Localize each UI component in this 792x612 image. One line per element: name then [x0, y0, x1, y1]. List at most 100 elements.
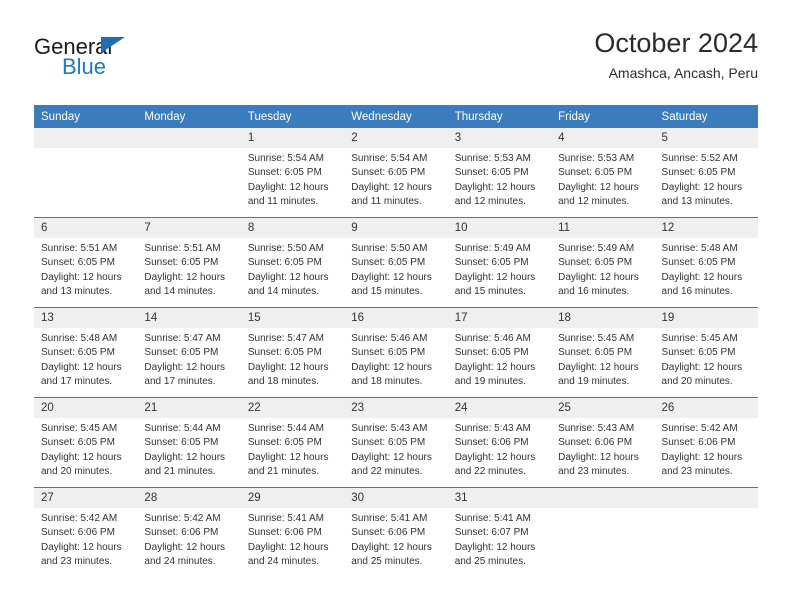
- week-row: 6 Sunrise: 5:51 AM Sunset: 6:05 PM Daylight…: [34, 217, 758, 308]
- daylight-text-line2: and 16 minutes.: [558, 286, 630, 298]
- day-cell[interactable]: 28 Sunrise: 5:42 AM Sunset: 6:06 PM Dayligh…: [137, 487, 241, 577]
- day-details: Sunrise: 5:54 AM Sunset: 6:05 PM Daylight:…: [344, 148, 447, 210]
- day-details: Sunrise: 5:52 AM Sunset: 6:05 PM Daylight:…: [655, 148, 758, 210]
- day-cell[interactable]: 14 Sunrise: 5:47 AM Sunset: 6:05 PM Dayligh…: [137, 307, 241, 398]
- day-cell[interactable]: 8 Sunrise: 5:50 AM Sunset: 6:05 PM Daylight…: [240, 217, 345, 308]
- day-details: [34, 148, 137, 152]
- day-cell[interactable]: 16 Sunrise: 5:46 AM Sunset: 6:05 PM Dayligh…: [344, 307, 448, 398]
- day-number: 9: [344, 218, 448, 238]
- day-cell[interactable]: 22 Sunrise: 5:44 AM Sunset: 6:05 PM Dayligh…: [240, 397, 345, 488]
- day-cell[interactable]: 11 Sunrise: 5:49 AM Sunset: 6:05 PM Dayligh…: [551, 217, 655, 308]
- day-cell[interactable]: 20 Sunrise: 5:45 AM Sunset: 6:05 PM Dayligh…: [34, 397, 138, 488]
- daylight-text-line2: and 20 minutes.: [661, 376, 733, 388]
- sunrise-text: Sunrise: 5:45 AM: [661, 333, 738, 344]
- sunrise-text: Sunrise: 5:53 AM: [454, 153, 531, 164]
- day-number: 8: [240, 218, 345, 238]
- day-details: Sunrise: 5:43 AM Sunset: 6:06 PM Daylight:…: [551, 418, 654, 480]
- day-cell[interactable]: 7 Sunrise: 5:51 AM Sunset: 6:05 PM Daylight…: [137, 217, 241, 308]
- day-cell[interactable]: 19 Sunrise: 5:45 AM Sunset: 6:05 PM Dayligh…: [654, 307, 758, 398]
- day-cell[interactable]: [654, 487, 758, 577]
- day-details: Sunrise: 5:41 AM Sunset: 6:06 PM Daylight:…: [344, 508, 447, 570]
- sunset-text: Sunset: 6:05 PM: [558, 167, 633, 179]
- day-cell[interactable]: 10 Sunrise: 5:49 AM Sunset: 6:05 PM Dayligh…: [447, 217, 552, 308]
- day-cell[interactable]: 21 Sunrise: 5:44 AM Sunset: 6:05 PM Dayligh…: [137, 397, 241, 488]
- day-cell[interactable]: 23 Sunrise: 5:43 AM Sunset: 6:05 PM Dayligh…: [344, 397, 448, 488]
- sunrise-text: Sunrise: 5:50 AM: [247, 243, 324, 254]
- day-number: 11: [551, 218, 655, 238]
- daylight-text-line2: and 22 minutes.: [351, 466, 423, 478]
- day-number: 15: [240, 308, 345, 328]
- sunrise-text: Sunrise: 5:51 AM: [144, 243, 221, 254]
- sunrise-text: Sunrise: 5:44 AM: [247, 423, 324, 434]
- sunrise-text: Sunrise: 5:42 AM: [661, 423, 738, 434]
- day-cell[interactable]: 2 Sunrise: 5:54 AM Sunset: 6:05 PM Daylight…: [344, 128, 448, 218]
- sunrise-text: Sunrise: 5:43 AM: [454, 423, 531, 434]
- day-cell[interactable]: 24 Sunrise: 5:43 AM Sunset: 6:06 PM Dayligh…: [447, 397, 552, 488]
- daylight-text-line2: and 23 minutes.: [661, 466, 733, 478]
- day-details: Sunrise: 5:51 AM Sunset: 6:05 PM Daylight:…: [34, 238, 137, 300]
- daylight-text-line1: Daylight: 12 hours: [41, 541, 122, 553]
- sunset-text: Sunset: 6:06 PM: [144, 527, 219, 539]
- day-cell[interactable]: 15 Sunrise: 5:47 AM Sunset: 6:05 PM Dayligh…: [240, 307, 345, 398]
- sunset-text: Sunset: 6:05 PM: [351, 257, 426, 269]
- day-number: 28: [137, 488, 241, 508]
- day-cell[interactable]: 29 Sunrise: 5:41 AM Sunset: 6:06 PM Dayligh…: [240, 487, 345, 577]
- day-cell[interactable]: 30 Sunrise: 5:41 AM Sunset: 6:06 PM Dayligh…: [344, 487, 448, 577]
- weekday-header-thursday: Thursday: [447, 105, 552, 128]
- sunrise-text: Sunrise: 5:49 AM: [454, 243, 531, 254]
- day-details: Sunrise: 5:41 AM Sunset: 6:07 PM Daylight:…: [448, 508, 551, 570]
- day-cell[interactable]: 31 Sunrise: 5:41 AM Sunset: 6:07 PM Dayligh…: [447, 487, 552, 577]
- day-cell[interactable]: [551, 487, 655, 577]
- sunset-text: Sunset: 6:06 PM: [454, 437, 529, 449]
- day-number: 21: [137, 398, 241, 418]
- weekday-header-tuesday: Tuesday: [240, 105, 345, 128]
- day-details: Sunrise: 5:47 AM Sunset: 6:05 PM Daylight:…: [241, 328, 344, 390]
- day-cell[interactable]: 17 Sunrise: 5:46 AM Sunset: 6:05 PM Dayligh…: [447, 307, 552, 398]
- general-blue-logo[interactable]: General Blue: [34, 36, 234, 92]
- daylight-text-line2: and 19 minutes.: [558, 376, 630, 388]
- day-cell[interactable]: 18 Sunrise: 5:45 AM Sunset: 6:05 PM Dayligh…: [551, 307, 655, 398]
- weekday-header-wednesday: Wednesday: [344, 105, 448, 128]
- day-cell[interactable]: 12 Sunrise: 5:48 AM Sunset: 6:05 PM Dayligh…: [654, 217, 758, 308]
- sunset-text: Sunset: 6:05 PM: [454, 167, 529, 179]
- sunset-text: Sunset: 6:05 PM: [144, 347, 219, 359]
- day-cell[interactable]: 9 Sunrise: 5:50 AM Sunset: 6:05 PM Daylight…: [344, 217, 448, 308]
- sunset-text: Sunset: 6:05 PM: [454, 257, 529, 269]
- day-number: 29: [240, 488, 345, 508]
- day-details: Sunrise: 5:51 AM Sunset: 6:05 PM Daylight:…: [137, 238, 240, 300]
- sunset-text: Sunset: 6:06 PM: [41, 527, 115, 539]
- day-cell[interactable]: 6 Sunrise: 5:51 AM Sunset: 6:05 PM Daylight…: [34, 217, 138, 308]
- sunrise-text: Sunrise: 5:43 AM: [351, 423, 428, 434]
- sunrise-text: Sunrise: 5:44 AM: [144, 423, 221, 434]
- daylight-text-line1: Daylight: 12 hours: [247, 271, 329, 283]
- day-number: 31: [447, 488, 552, 508]
- daylight-text-line2: and 16 minutes.: [661, 286, 733, 298]
- day-cell[interactable]: 3 Sunrise: 5:53 AM Sunset: 6:05 PM Daylight…: [447, 128, 552, 218]
- daylight-text-line2: and 17 minutes.: [41, 376, 113, 388]
- day-cell[interactable]: 13 Sunrise: 5:48 AM Sunset: 6:05 PM Dayligh…: [34, 307, 138, 398]
- day-cell[interactable]: 1 Sunrise: 5:54 AM Sunset: 6:05 PM Daylight…: [240, 128, 345, 218]
- day-cell[interactable]: [137, 128, 241, 218]
- sunset-text: Sunset: 6:05 PM: [247, 347, 322, 359]
- day-cell[interactable]: [34, 128, 138, 218]
- day-cell[interactable]: 4 Sunrise: 5:53 AM Sunset: 6:05 PM Daylight…: [551, 128, 655, 218]
- day-cell[interactable]: 27 Sunrise: 5:42 AM Sunset: 6:06 PM Dayligh…: [34, 487, 138, 577]
- day-cell[interactable]: 26 Sunrise: 5:42 AM Sunset: 6:06 PM Dayligh…: [654, 397, 758, 488]
- daylight-text-line1: Daylight: 12 hours: [41, 451, 122, 463]
- day-number: 20: [34, 398, 138, 418]
- daylight-text-line1: Daylight: 12 hours: [41, 271, 122, 283]
- sunset-text: Sunset: 6:06 PM: [351, 527, 426, 539]
- sunset-text: Sunset: 6:05 PM: [351, 167, 426, 179]
- day-number: 3: [447, 128, 552, 148]
- day-number: 27: [34, 488, 138, 508]
- sunset-text: Sunset: 6:05 PM: [247, 257, 322, 269]
- day-cell[interactable]: 25 Sunrise: 5:43 AM Sunset: 6:06 PM Dayligh…: [551, 397, 655, 488]
- weekday-header-sunday: Sunday: [34, 105, 138, 128]
- day-details: Sunrise: 5:48 AM Sunset: 6:05 PM Daylight:…: [655, 238, 758, 300]
- day-details: Sunrise: 5:45 AM Sunset: 6:05 PM Daylight:…: [34, 418, 137, 480]
- day-number: 19: [654, 308, 758, 328]
- week-row: 27 Sunrise: 5:42 AM Sunset: 6:06 PM Dayligh…: [34, 487, 758, 577]
- sunrise-text: Sunrise: 5:48 AM: [661, 243, 738, 254]
- daylight-text-line1: Daylight: 12 hours: [351, 361, 432, 373]
- day-cell[interactable]: 5 Sunrise: 5:52 AM Sunset: 6:05 PM Daylight…: [654, 128, 758, 218]
